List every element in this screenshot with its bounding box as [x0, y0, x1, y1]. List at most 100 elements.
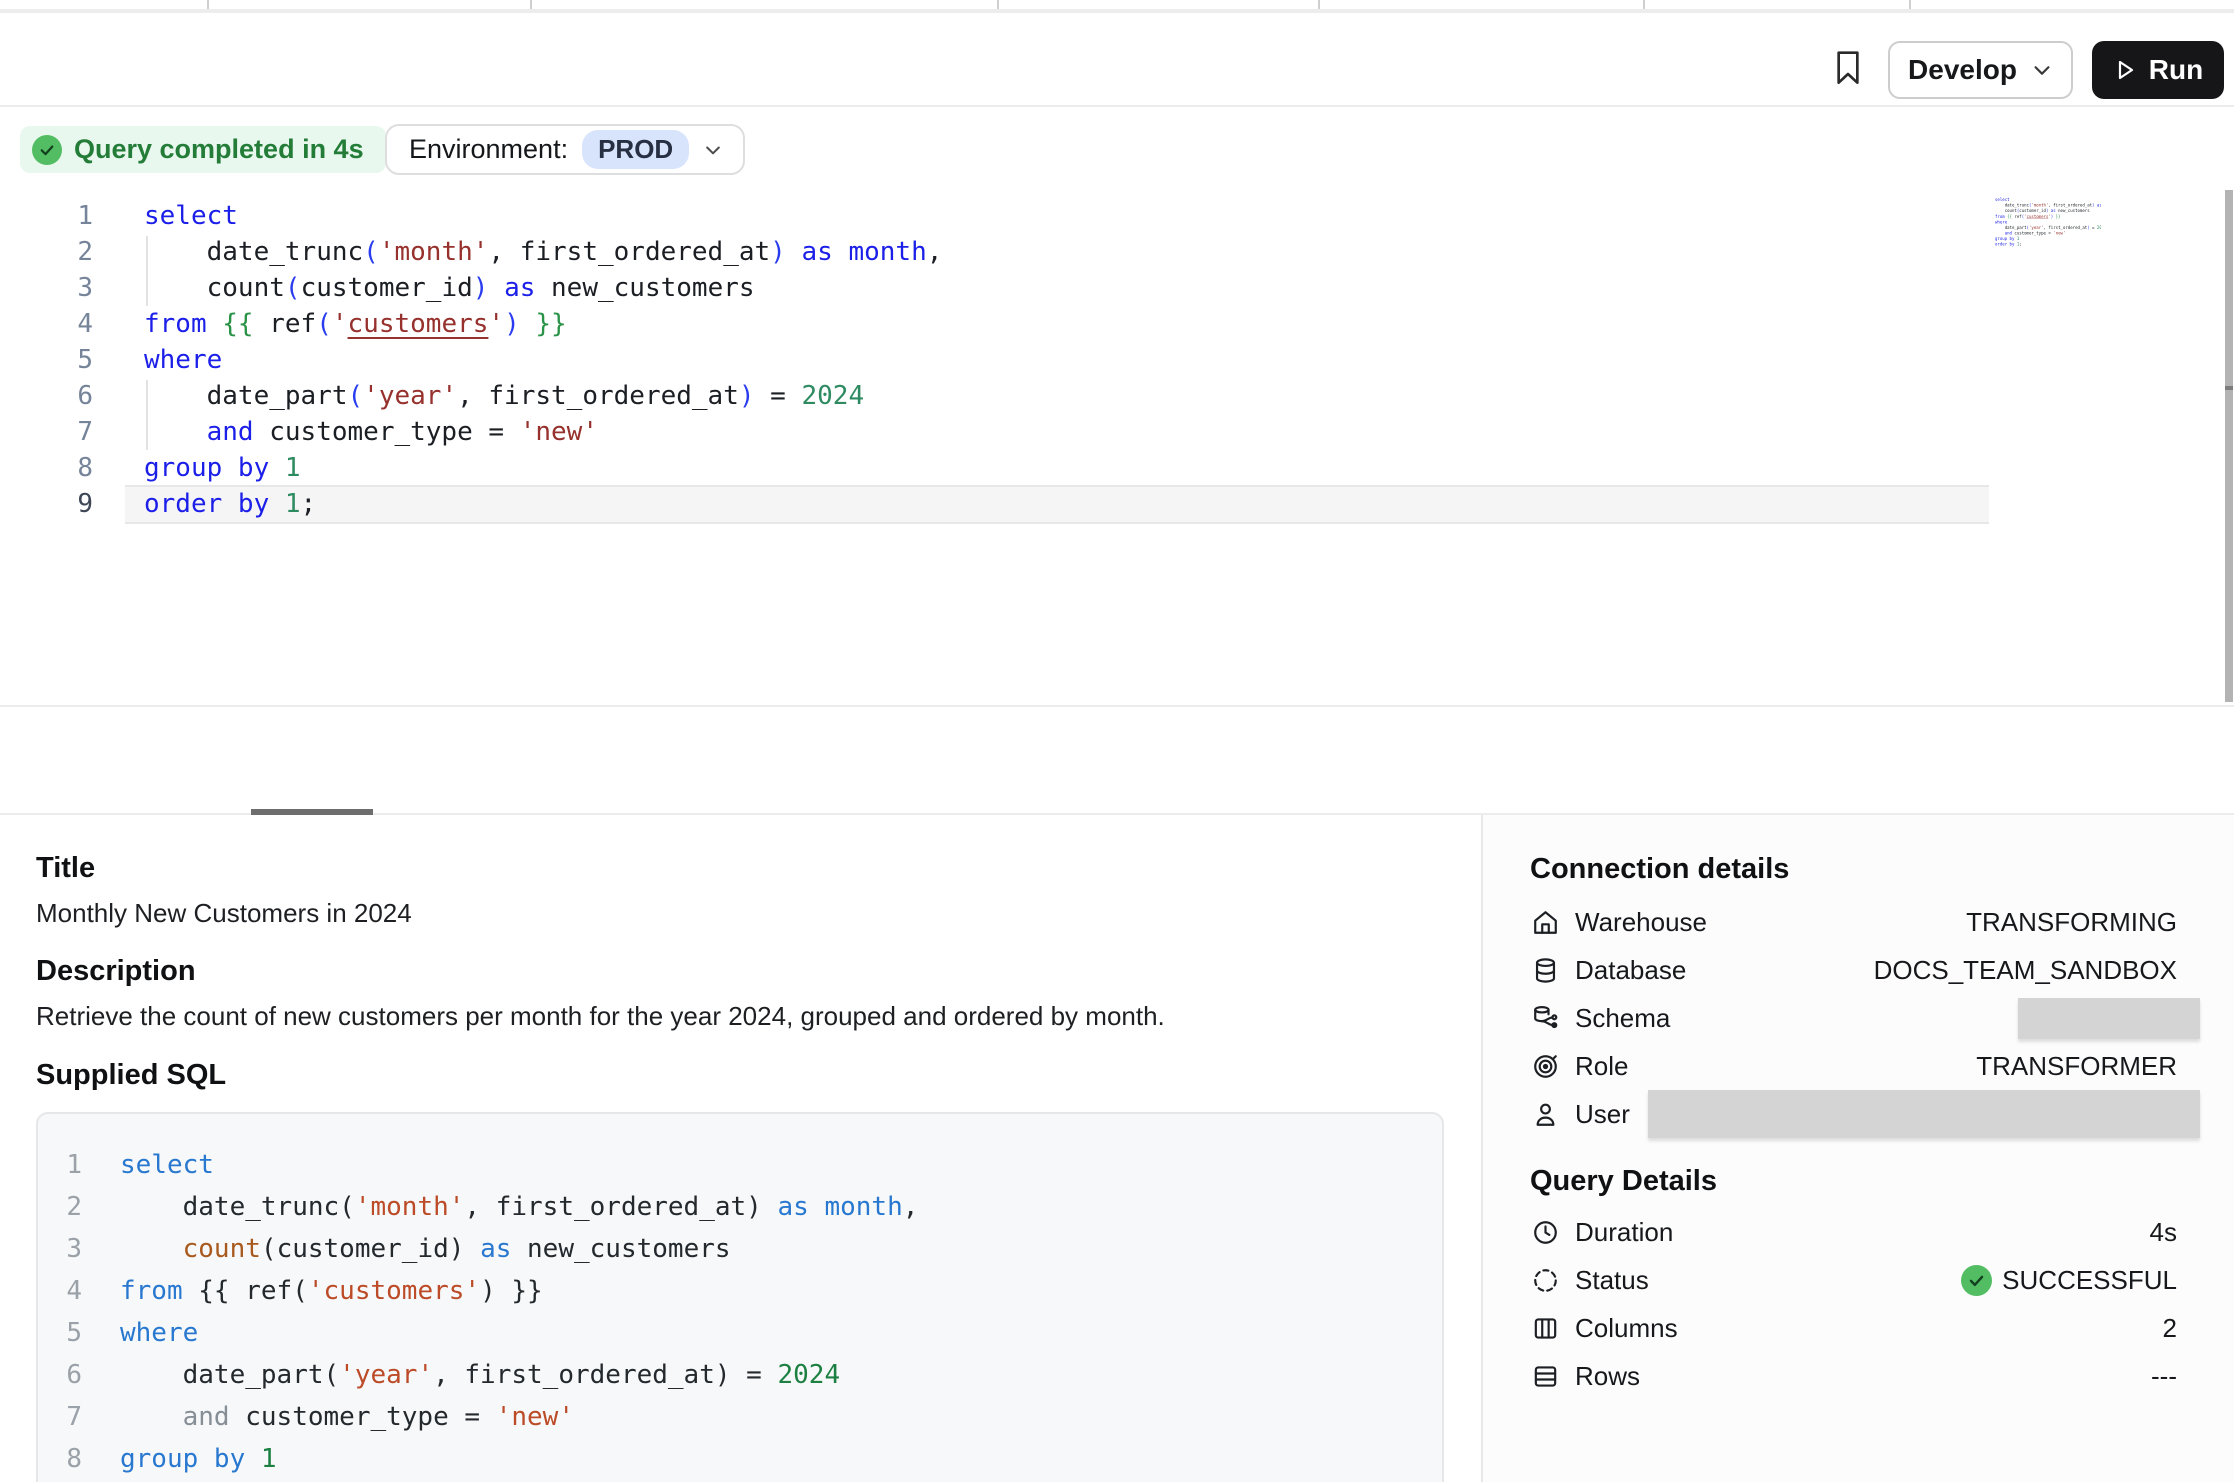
- sql-editor[interactable]: 1select2 date_trunc('month', first_order…: [0, 180, 2234, 705]
- query-ide-window: Develop Run Query completed in 4s Enviro…: [0, 0, 2234, 1482]
- supplied-sql-code: 1select2 date_trunc('month', first_order…: [38, 1144, 1442, 1480]
- line-number: 1: [0, 198, 93, 234]
- header-toolbar: Develop Run: [0, 13, 2234, 107]
- description-value: Retrieve the count of new customers per …: [36, 1001, 1165, 1032]
- connection-details-heading: Connection details: [1530, 852, 2177, 886]
- code-line: 5where: [38, 1312, 1442, 1354]
- code-line: 3 count(customer_id) as new_customers: [38, 1228, 1442, 1270]
- code-line: 5where: [0, 342, 942, 378]
- database-icon: [1530, 955, 1560, 985]
- code-line: 2 date_trunc('month', first_ordered_at) …: [38, 1186, 1442, 1228]
- panel-row: Role TRANSFORMER: [1530, 1042, 2177, 1090]
- schema-icon: [1530, 1003, 1560, 1033]
- editor-scrollbar[interactable]: [2225, 190, 2233, 702]
- line-number: 7: [38, 1396, 82, 1438]
- environment-selector[interactable]: Environment: PROD: [385, 124, 745, 175]
- columns-icon: [1530, 1313, 1560, 1343]
- run-button-label: Run: [2149, 54, 2203, 86]
- details-side-panel: Connection details Warehouse TRANSFORMING…: [1481, 815, 2234, 1482]
- line-number: 8: [0, 450, 93, 486]
- tab-divider: [1318, 0, 1320, 9]
- panel-row-value: TRANSFORMER: [1976, 1051, 2177, 1082]
- tab-divider: [1643, 0, 1645, 9]
- panel-row: User: [1530, 1090, 2177, 1138]
- user-icon: [1530, 1099, 1560, 1129]
- panel-row-value: [1648, 1090, 2177, 1138]
- panel-row-label: Rows: [1575, 1361, 1640, 1392]
- top-tab-strip[interactable]: [0, 0, 2234, 9]
- line-number: 4: [0, 306, 93, 342]
- panel-row: Database DOCS_TEAM_SANDBOX: [1530, 946, 2177, 994]
- panel-row: Warehouse TRANSFORMING: [1530, 898, 2177, 946]
- panel-row-label: User: [1575, 1099, 1630, 1130]
- code-line: 7 and customer_type = 'new': [0, 414, 942, 450]
- line-number: 4: [38, 1270, 82, 1312]
- panel-row-value: 4s: [2150, 1217, 2177, 1248]
- panel-row-value: TRANSFORMING: [1966, 907, 2177, 938]
- line-number: 6: [38, 1354, 82, 1396]
- chevron-down-icon: [2031, 59, 2053, 81]
- play-icon: [2113, 58, 2137, 82]
- code-line: 4from {{ ref('customers') }}: [38, 1270, 1442, 1312]
- panel-row: Duration4s: [1530, 1208, 2177, 1256]
- description-heading: Description: [36, 955, 196, 988]
- develop-button[interactable]: Develop: [1888, 41, 2073, 99]
- redacted-value: [2018, 998, 2200, 1039]
- bookmark-icon[interactable]: [1828, 46, 1868, 90]
- tab-divider: [997, 0, 999, 9]
- status-icon: [1530, 1265, 1560, 1295]
- connection-rows: Warehouse TRANSFORMING Database DOCS_TEAM_S…: [1530, 898, 2177, 1138]
- line-number: 7: [0, 414, 93, 450]
- panel-row: Rows ---: [1530, 1352, 2177, 1400]
- code-line: 4from {{ ref('customers') }}: [0, 306, 942, 342]
- query-status-badge: Query completed in 4s: [20, 126, 386, 173]
- title-value: Monthly New Customers in 2024: [36, 898, 412, 929]
- panel-row-label: Warehouse: [1575, 907, 1707, 938]
- panel-row-label: Schema: [1575, 1003, 1670, 1034]
- code-line: 3 count(customer_id) as new_customers: [0, 270, 942, 306]
- minimap-code: 1select2 date_trunc('month', first_order…: [1995, 197, 2101, 247]
- supplied-sql-block: 1select2 date_trunc('month', first_order…: [36, 1112, 1444, 1482]
- tab-divider: [530, 0, 532, 9]
- scrollbar-mark: [2225, 386, 2233, 390]
- panel-row-value: DOCS_TEAM_SANDBOX: [1874, 955, 2177, 986]
- panel-row-label: Role: [1575, 1051, 1628, 1082]
- duration-icon: [1530, 1217, 1560, 1247]
- line-number: 9: [0, 486, 93, 522]
- line-number: 3: [0, 270, 93, 306]
- run-button[interactable]: Run: [2092, 41, 2224, 99]
- code-line: 8group by 1: [38, 1438, 1442, 1480]
- query-status-text: Query completed in 4s: [74, 134, 364, 165]
- panel-row-label: Status: [1575, 1265, 1649, 1296]
- line-number: 5: [0, 342, 93, 378]
- panel-row: Columns2: [1530, 1304, 2177, 1352]
- check-circle-icon: [32, 135, 62, 165]
- code-line: 9order by 1;: [1995, 242, 2101, 247]
- code-line: 8group by 1: [0, 450, 942, 486]
- environment-value-chip: PROD: [582, 130, 689, 169]
- panel-row: Schema: [1530, 994, 2177, 1042]
- panel-row-value: ---: [2151, 1361, 2177, 1392]
- line-number: 2: [38, 1186, 82, 1228]
- tab-divider: [1909, 0, 1911, 9]
- result-tabs: Data Chart Details: [0, 705, 2234, 815]
- query-detail-rows: Duration4s Status SUCCESSFUL Columns2 Rows --…: [1530, 1208, 2177, 1400]
- panel-row-value: SUCCESSFUL: [1961, 1265, 2177, 1296]
- code-line: 6 date_part('year', first_ordered_at) = …: [38, 1354, 1442, 1396]
- develop-button-label: Develop: [1908, 54, 2017, 86]
- line-number: 3: [38, 1228, 82, 1270]
- redacted-value: [1648, 1090, 2200, 1138]
- query-details-heading: Query Details: [1530, 1164, 2177, 1198]
- chevron-down-icon: [703, 140, 723, 160]
- line-number: 1: [38, 1144, 82, 1186]
- code-line: 6 date_part('year', first_ordered_at) = …: [0, 378, 942, 414]
- line-number: 6: [0, 378, 93, 414]
- rows-icon: [1530, 1361, 1560, 1391]
- editor-minimap[interactable]: 1select2 date_trunc('month', first_order…: [1995, 197, 2101, 247]
- editor-code[interactable]: 1select2 date_trunc('month', first_order…: [0, 198, 942, 522]
- line-number: 8: [38, 1438, 82, 1480]
- environment-label: Environment:: [409, 134, 568, 165]
- panel-row: Status SUCCESSFUL: [1530, 1256, 2177, 1304]
- code-line: 2 date_trunc('month', first_ordered_at) …: [0, 234, 942, 270]
- panel-row-label: Database: [1575, 955, 1686, 986]
